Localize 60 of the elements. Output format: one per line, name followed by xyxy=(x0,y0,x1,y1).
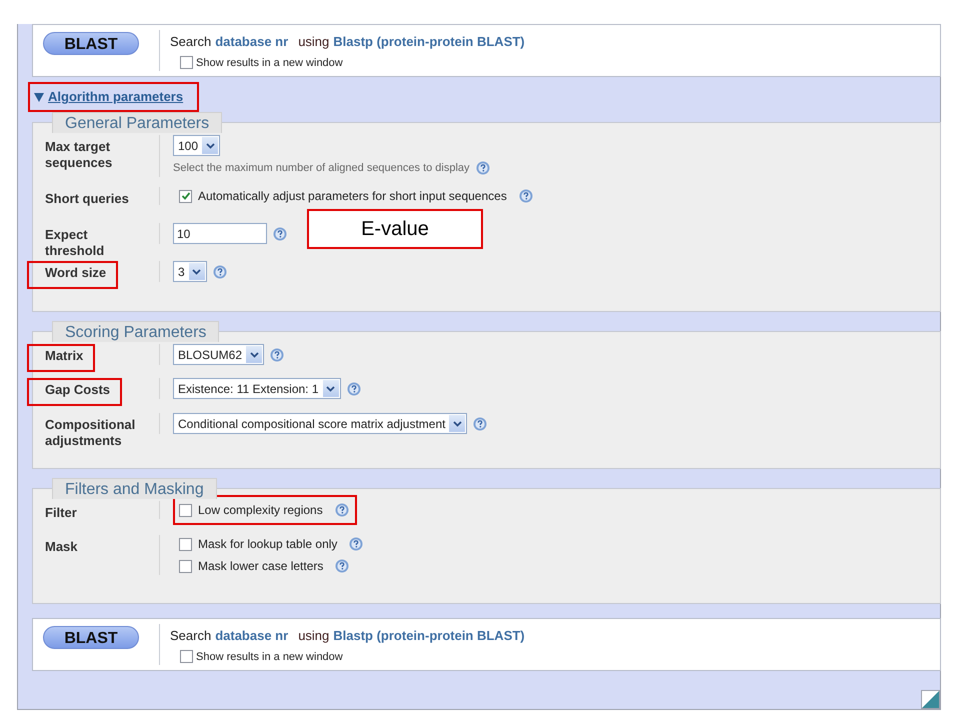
checkbox[interactable] xyxy=(180,56,193,70)
help-icon[interactable] xyxy=(349,537,364,551)
checkbox-label[interactable]: Automatically adjust parameters for short input sequences xyxy=(198,187,507,205)
help-icon[interactable] xyxy=(334,503,349,517)
chevron-down-icon[interactable] xyxy=(202,137,218,154)
hint-text: Select the maximum number of aligned sequences to display xyxy=(173,161,470,176)
field-label: Matrix xyxy=(27,344,96,372)
chevron-down-icon[interactable] xyxy=(449,415,466,432)
help-icon[interactable] xyxy=(270,348,284,362)
field-label: Filter xyxy=(44,504,78,522)
program-link[interactable]: Blastp (protein-protein BLAST) xyxy=(333,32,525,52)
blast-button[interactable]: BLAST xyxy=(43,626,139,649)
section-title: General Parameters xyxy=(52,112,222,133)
section-title: Filters and Masking xyxy=(52,478,217,499)
search-label: Search xyxy=(170,33,212,51)
help-icon[interactable] xyxy=(346,382,361,396)
blast-button[interactable]: BLAST xyxy=(43,32,139,55)
field-label: Short queries xyxy=(44,190,130,208)
checkbox-label[interactable]: Mask for lookup table only xyxy=(198,535,338,553)
dropdown[interactable]: BLOSUM62 xyxy=(173,344,264,365)
chevron-down-icon[interactable] xyxy=(322,380,339,397)
help-icon[interactable] xyxy=(273,226,287,240)
checkbox[interactable] xyxy=(179,560,192,572)
dropdown[interactable]: Existence: 11 Extension: 1 xyxy=(173,378,341,399)
text-field[interactable]: 10 xyxy=(173,223,267,244)
database-link[interactable]: database nr xyxy=(215,626,288,646)
callout-label: E-value xyxy=(307,209,483,249)
field-label: Max target sequences xyxy=(44,138,114,172)
algorithm-parameters-link[interactable]: Algorithm parameters xyxy=(28,82,200,112)
program-link[interactable]: Blastp (protein-protein BLAST) xyxy=(333,626,525,646)
field-label: Compositional adjustments xyxy=(44,416,136,450)
field-label: Expect threshold xyxy=(44,226,106,260)
chevron-down-icon[interactable] xyxy=(188,263,205,280)
help-icon[interactable] xyxy=(335,559,350,573)
using-label: using xyxy=(298,33,330,51)
help-icon[interactable] xyxy=(212,264,227,278)
checkbox[interactable] xyxy=(179,190,192,202)
search-label: Search xyxy=(170,627,212,645)
checkbox-label[interactable]: Low complexity regions xyxy=(198,501,323,519)
using-label: using xyxy=(298,627,330,645)
chevron-down-icon[interactable] xyxy=(246,346,262,363)
dropdown[interactable]: Conditional compositional score matrix adjustment xyxy=(173,413,468,434)
checkbox-label[interactable]: Show results in a new window xyxy=(196,54,343,71)
resize-handle[interactable] xyxy=(921,690,940,709)
help-icon[interactable] xyxy=(518,189,533,203)
checkbox[interactable] xyxy=(180,650,193,664)
checkbox[interactable] xyxy=(179,538,192,550)
checkbox-label[interactable]: Mask lower case letters xyxy=(198,557,324,575)
help-icon[interactable] xyxy=(473,416,488,430)
field-label: Word size xyxy=(27,261,118,289)
section-title: Scoring Parameters xyxy=(52,321,220,342)
database-link[interactable]: database nr xyxy=(215,32,288,52)
help-icon[interactable] xyxy=(476,161,490,176)
caret-icon[interactable] xyxy=(33,91,45,103)
field-label: Mask xyxy=(44,538,79,556)
checkbox[interactable] xyxy=(179,504,192,516)
field-label: Gap Costs xyxy=(27,378,122,406)
dropdown[interactable]: 100 xyxy=(173,135,220,156)
dropdown[interactable]: 3 xyxy=(173,261,207,282)
checkbox-label[interactable]: Show results in a new window xyxy=(196,648,343,665)
